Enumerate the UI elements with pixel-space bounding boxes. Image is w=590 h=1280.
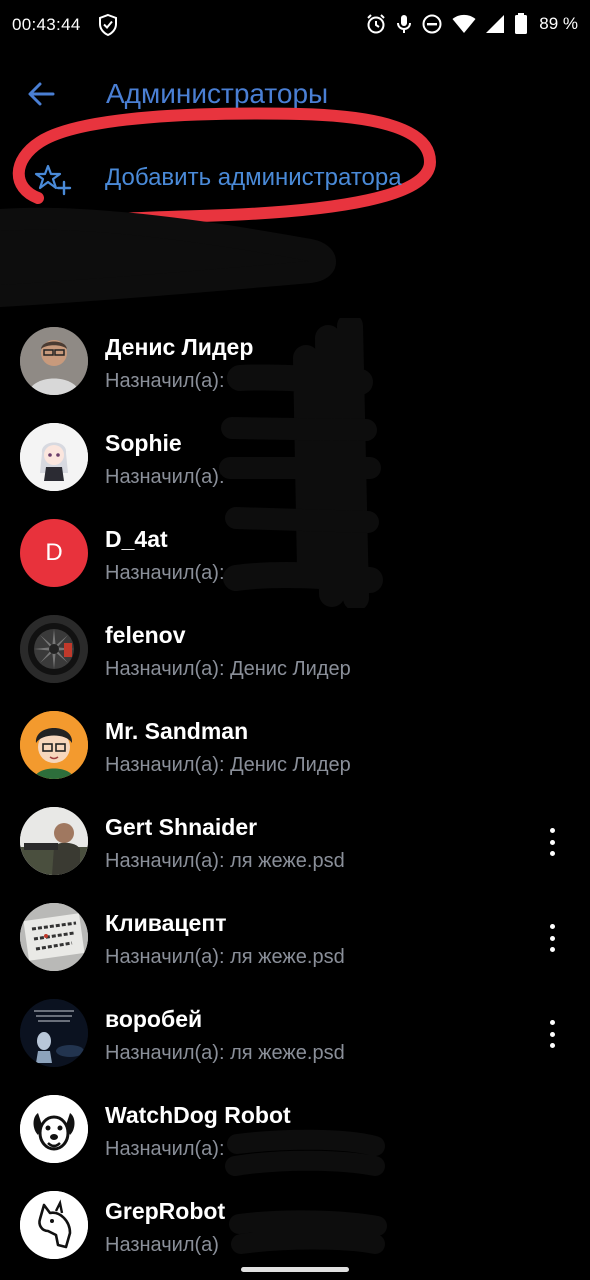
admin-assigned-by: Назначил(а): [105, 562, 225, 584]
alarm-icon [365, 13, 387, 35]
admin-name: GrepRobot [105, 1198, 226, 1224]
battery-icon [514, 13, 528, 35]
more-options-button[interactable] [540, 920, 564, 956]
more-vert-icon [549, 828, 555, 833]
admin-item-vorobey[interactable]: воробей Назначил(а): ля жеже.psd [0, 986, 590, 1082]
more-options-button[interactable] [540, 824, 564, 860]
star-shield-add-icon [30, 162, 74, 203]
admin-assigned-by: Назначил(а): Денис Лидер [105, 754, 351, 776]
admin-item-greprobot[interactable]: GrepRobot Назначил(а) [0, 1178, 590, 1274]
admin-assigned-by: Назначил(а): [105, 370, 225, 392]
status-time: 00:43:44 [12, 15, 81, 34]
gesture-nav-handle[interactable] [241, 1267, 349, 1272]
battery-percent: 89 % [539, 14, 578, 33]
arrow-left-icon [22, 82, 62, 118]
admin-name: D_4at [105, 526, 168, 552]
status-icons: 89 % [365, 13, 578, 35]
more-options-button[interactable] [540, 1016, 564, 1052]
admin-item-denis[interactable]: Денис Лидер Назначил(а): [0, 314, 590, 410]
admin-item-watchdog-robot[interactable]: WatchDog Robot Назначил(а): [0, 1082, 590, 1178]
admin-item-d4at[interactable]: D D_4at Назначил(а): [0, 506, 590, 602]
admin-item-felenov[interactable]: felenov Назначил(а): Денис Лидер [0, 602, 590, 698]
redaction-scribble [0, 207, 336, 307]
status-bar: 00:43:44 89 % [0, 0, 590, 52]
admin-assigned-by: Назначил(а): ля жеже.psd [105, 1042, 345, 1064]
shield-icon [97, 13, 119, 42]
admin-name: WatchDog Robot [105, 1102, 291, 1128]
admin-assigned-by: Назначил(а): ля жеже.psd [105, 946, 345, 968]
more-vert-icon [549, 924, 555, 929]
avatar [20, 807, 88, 875]
admin-list: Денис Лидер Назначил(а): Sophie Назначил… [0, 314, 590, 1274]
mic-icon [396, 13, 412, 35]
admin-name: воробей [105, 1006, 203, 1032]
admin-item-gert-shnaider[interactable]: Gert Shnaider Назначил(а): ля жеже.psd [0, 794, 590, 890]
avatar-letter: D [45, 539, 63, 566]
admin-item-sophie[interactable]: Sophie Назначил(а): [0, 410, 590, 506]
wifi-icon [452, 14, 476, 34]
signal-icon [485, 14, 505, 34]
avatar [20, 1191, 88, 1259]
admin-name: Денис Лидер [105, 334, 254, 360]
back-button[interactable] [22, 74, 62, 114]
page-title: Администраторы [106, 78, 329, 109]
add-admin-label: Добавить администратора [105, 164, 402, 191]
admin-assigned-by: Назначил(а) [105, 1234, 219, 1256]
admin-item-klivacept[interactable]: Кливацепт Назначил(а): ля жеже.psd [0, 890, 590, 986]
do-not-disturb-icon [421, 13, 443, 35]
avatar [20, 711, 88, 779]
admin-name: felenov [105, 622, 186, 648]
avatar [20, 903, 88, 971]
avatar [20, 1095, 88, 1163]
admin-assigned-by: Назначил(а): ля жеже.psd [105, 850, 345, 872]
avatar: D [20, 519, 88, 587]
admin-assigned-by: Назначил(а): [105, 466, 225, 488]
admin-item-mr-sandman[interactable]: Mr. Sandman Назначил(а): Денис Лидер [0, 698, 590, 794]
app-bar: Администраторы [0, 64, 590, 124]
more-vert-icon [549, 1020, 555, 1025]
admin-assigned-by: Назначил(а): Денис Лидер [105, 658, 351, 680]
avatar [20, 999, 88, 1067]
admin-assigned-by: Назначил(а): [105, 1138, 225, 1160]
add-admin-button[interactable]: Добавить администратора [0, 148, 590, 210]
admin-name: Sophie [105, 430, 182, 456]
avatar [20, 615, 88, 683]
admin-name: Кливацепт [105, 910, 227, 936]
admin-name: Mr. Sandman [105, 718, 249, 744]
avatar [20, 327, 88, 395]
avatar [20, 423, 88, 491]
admin-name: Gert Shnaider [105, 814, 258, 840]
